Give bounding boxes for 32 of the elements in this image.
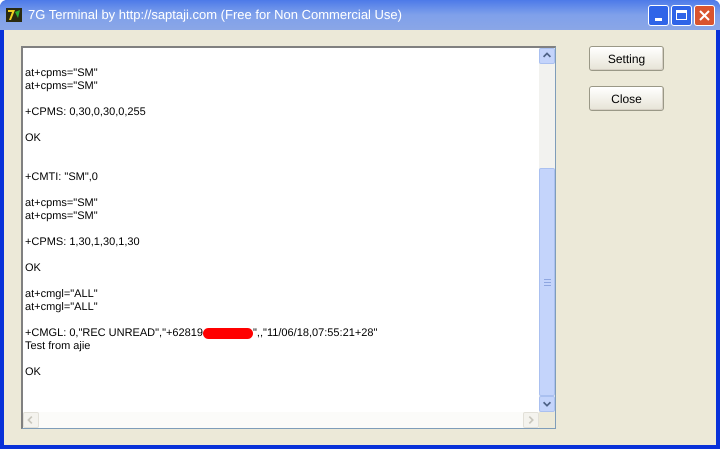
close-window-button[interactable] xyxy=(694,4,715,26)
scroll-up-button[interactable] xyxy=(539,48,555,64)
redaction-mark xyxy=(203,328,254,339)
maximize-button[interactable] xyxy=(671,4,692,26)
minimize-icon xyxy=(655,18,662,20)
terminal-line: Test from ajie xyxy=(25,340,90,353)
scrollbar-thumb[interactable] xyxy=(539,168,555,396)
vertical-scrollbar[interactable] xyxy=(539,48,555,412)
terminal-line: at+cpms="SM" xyxy=(25,67,98,80)
scroll-down-button[interactable] xyxy=(539,396,555,412)
terminal-line: +CPMS: 1,30,1,30,1,30 xyxy=(25,236,140,249)
terminal-line: +CMTI: "SM",0 xyxy=(25,171,98,184)
terminal-line: at+cmgl="ALL" xyxy=(25,288,98,301)
terminal-line: at+cpms="SM" xyxy=(25,197,98,210)
terminal-line: at+cpms="SM" xyxy=(25,210,98,223)
terminal-line: ",,"11/06/18,07:55:21+28" xyxy=(253,327,378,340)
grip-icon xyxy=(544,278,550,286)
close-icon xyxy=(699,10,710,20)
terminal-line: at+cpms="SM" xyxy=(25,80,98,93)
terminal-line: OK xyxy=(25,366,41,379)
terminal-line: OK xyxy=(25,262,41,275)
terminal-line: OK xyxy=(25,132,41,145)
minimize-button[interactable] xyxy=(648,4,669,26)
scrollbar-corner xyxy=(539,412,555,428)
dialog-button[interactable]: Setting xyxy=(589,46,664,71)
dialog-button[interactable]: Close xyxy=(589,86,664,111)
terminal-line: +CPMS: 0,30,0,30,0,255 xyxy=(25,106,146,119)
window-title: 7G Terminal by http://saptaji.com (Free for Non Commercial Use) xyxy=(28,6,402,24)
terminal-line: at+cmgl="ALL" xyxy=(25,301,98,314)
app-logo-icon xyxy=(5,6,23,24)
maximize-icon xyxy=(676,10,687,20)
terminal-line: +CMGL: 0,"REC UNREAD","+62819 xyxy=(25,327,204,340)
